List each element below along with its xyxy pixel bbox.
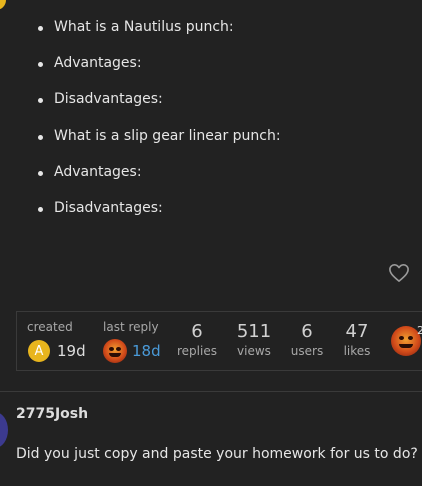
bullet-dot [38, 26, 43, 31]
last-reply-label: last reply [103, 320, 159, 334]
created-label: created [27, 320, 73, 334]
created-avatar[interactable]: A [28, 340, 50, 362]
users-count: 6 [301, 321, 313, 342]
avatar-mouth [109, 353, 121, 357]
topic-map-summary[interactable]: created A 19d last reply 18d 6 replies 5… [16, 311, 422, 371]
last-reply-time[interactable]: 18d [132, 342, 161, 360]
list-item: What is a slip gear linear punch: [38, 128, 281, 144]
user-avatar-partial[interactable] [0, 0, 6, 10]
avatar-eye [109, 347, 114, 351]
likes-label: likes [343, 344, 371, 358]
created-time: 19d [57, 342, 86, 360]
list-item-text: What is a Nautilus punch: [54, 19, 234, 35]
list-item-text: Advantages: [54, 55, 142, 71]
participant-post-count: 2 [417, 324, 422, 337]
last-reply-avatar[interactable] [103, 339, 127, 363]
list-item: Disadvantages: [38, 200, 163, 216]
views-count: 511 [236, 321, 272, 342]
heart-icon [389, 264, 409, 282]
likes-count: 47 [345, 321, 369, 342]
users-label: users [290, 344, 324, 358]
bullet-dot [38, 207, 43, 212]
reply-body-text: Did you just copy and paste your homewor… [16, 446, 418, 462]
list-item: Advantages: [38, 164, 142, 180]
avatar-eye [399, 336, 404, 340]
list-item-text: Disadvantages: [54, 200, 163, 216]
avatar-eye [408, 336, 413, 340]
bullet-dot [38, 171, 43, 176]
list-item: Disadvantages: [38, 91, 163, 107]
bullet-dot [38, 98, 43, 103]
avatar-letter: A [34, 343, 44, 359]
list-item-text: Disadvantages: [54, 91, 163, 107]
bullet-dot [38, 135, 43, 140]
like-button[interactable] [388, 263, 410, 283]
bullet-dot [38, 62, 43, 67]
replies-label: replies [177, 344, 217, 358]
list-item: What is a Nautilus punch: [38, 19, 234, 35]
list-item: Advantages: [38, 55, 142, 71]
views-label: views [237, 344, 271, 358]
avatar-mouth [399, 344, 413, 348]
replies-count: 6 [191, 321, 203, 342]
avatar-eye [116, 347, 121, 351]
list-item-text: Advantages: [54, 164, 142, 180]
list-item-text: What is a slip gear linear punch: [54, 128, 281, 144]
reply-username[interactable]: 2775Josh [16, 406, 88, 422]
reply-author-avatar[interactable] [0, 412, 8, 448]
post-divider [0, 391, 422, 392]
